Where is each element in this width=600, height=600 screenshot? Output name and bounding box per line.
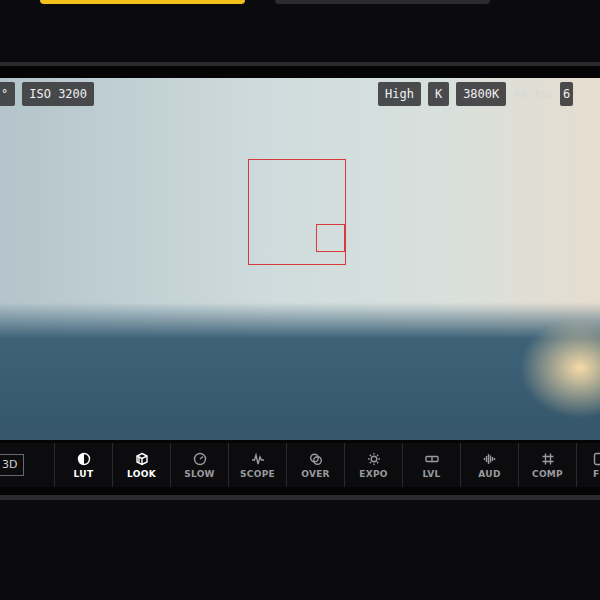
cube-icon bbox=[135, 451, 149, 465]
level-icon bbox=[425, 451, 439, 465]
toolbar-item[interactable]: F bbox=[576, 443, 600, 487]
grid-icon bbox=[541, 451, 555, 465]
status-badge[interactable]: K bbox=[428, 82, 449, 106]
toolbar-item[interactable]: 3D bbox=[0, 443, 54, 487]
status-badge[interactable]: ° bbox=[0, 82, 15, 106]
camera-preview[interactable]: ° ISO 3200 High K 3800K 49 fps 6 bbox=[0, 78, 600, 440]
toolbar-label: LOOK bbox=[127, 469, 156, 479]
toggle-button[interactable]: 3D bbox=[0, 454, 24, 476]
toolbar-label: EXPO bbox=[359, 469, 388, 479]
toolbar-label: LUT bbox=[74, 469, 94, 479]
gauge-icon bbox=[193, 451, 207, 465]
toolbar-label: F bbox=[593, 469, 599, 479]
toolbar-label: SCOPE bbox=[240, 469, 275, 479]
square-icon bbox=[593, 451, 600, 465]
status-badge[interactable]: ISO 3200 bbox=[22, 82, 94, 106]
toolbar-label: OVER bbox=[301, 469, 330, 479]
toolbar-label: LVL bbox=[422, 469, 440, 479]
battery-badge: 6 bbox=[560, 82, 573, 106]
toolbar-item[interactable]: LVL bbox=[402, 443, 460, 487]
toolbar-item[interactable]: COMP bbox=[518, 443, 576, 487]
eye-focus-box bbox=[316, 224, 345, 252]
top-tabs bbox=[0, 0, 600, 4]
left-badges: ° ISO 3200 bbox=[0, 82, 94, 106]
right-badges: High K 3800K 49 fps 6 bbox=[378, 82, 573, 106]
toolbar-label: AUD bbox=[478, 469, 500, 479]
toolbar-label: COMP bbox=[532, 469, 563, 479]
status-badge[interactable]: High bbox=[378, 82, 421, 106]
toolbar-item[interactable]: AUD bbox=[460, 443, 518, 487]
toolbar-item[interactable]: SCOPE bbox=[228, 443, 286, 487]
phone-frame: ° ISO 3200 High K 3800K 49 fps 6 3D LUT LOOK SLOW… bbox=[0, 62, 600, 500]
overlap-circles-icon bbox=[309, 451, 323, 465]
lut-icon bbox=[77, 451, 91, 465]
toolbar-label: SLOW bbox=[184, 469, 215, 479]
toolbar-item[interactable]: SLOW bbox=[170, 443, 228, 487]
toolbar: 3D LUT LOOK SLOW SCOPE OVER EXPO LVL AUD COMP F bbox=[0, 443, 600, 487]
face-focus-box bbox=[248, 159, 346, 265]
sun-icon bbox=[367, 451, 381, 465]
grey-tab[interactable] bbox=[275, 0, 490, 4]
status-badge[interactable]: 3800K bbox=[456, 82, 506, 106]
yellow-tab[interactable] bbox=[40, 0, 245, 4]
waveform-icon bbox=[251, 451, 265, 465]
toolbar-item[interactable]: LOOK bbox=[112, 443, 170, 487]
audio-bars-icon bbox=[483, 451, 497, 465]
toggle-label: 3D bbox=[2, 458, 17, 471]
toolbar-item[interactable]: LUT bbox=[54, 443, 112, 487]
toolbar-item[interactable]: OVER bbox=[286, 443, 344, 487]
fps-reading: 49 fps bbox=[513, 88, 553, 101]
toolbar-item[interactable]: EXPO bbox=[344, 443, 402, 487]
